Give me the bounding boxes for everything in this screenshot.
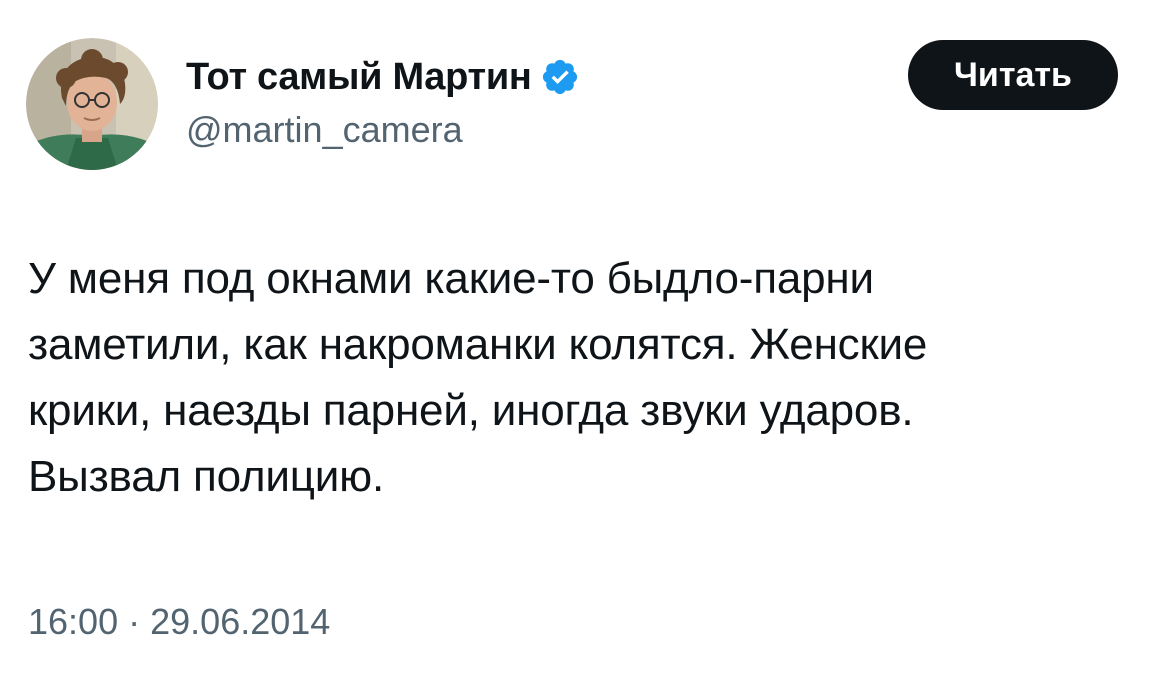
tweet-text-line: крики, наезды парней, иногда звуки ударо… (28, 386, 914, 435)
tweet-timestamp[interactable]: 16:00 · 29.06.2014 (28, 600, 330, 643)
tweet-text-line: У меня под окнами какие-то быдло-парни (28, 254, 874, 303)
avatar-image (26, 38, 158, 170)
verified-badge-icon (540, 57, 580, 97)
avatar[interactable] (26, 38, 158, 170)
tweet-text: У меня под окнами какие-то быдло-парни з… (28, 246, 1148, 510)
follow-button[interactable]: Читать (908, 40, 1118, 110)
author-name-row: Тот самый Мартин (186, 52, 580, 102)
tweet-text-line: Вызвал полицию. (28, 452, 384, 501)
tweet-text-line: заметили, как накроманки колятся. Женски… (28, 320, 928, 369)
tweet-date: 29.06.2014 (150, 601, 331, 642)
author-handle[interactable]: @martin_camera (186, 108, 463, 151)
tweet-card: Тот самый Мартин @martin_camera Читать У… (0, 0, 1170, 675)
meta-separator: · (128, 601, 141, 642)
author-display-name[interactable]: Тот самый Мартин (186, 58, 532, 96)
tweet-time: 16:00 (28, 601, 119, 642)
